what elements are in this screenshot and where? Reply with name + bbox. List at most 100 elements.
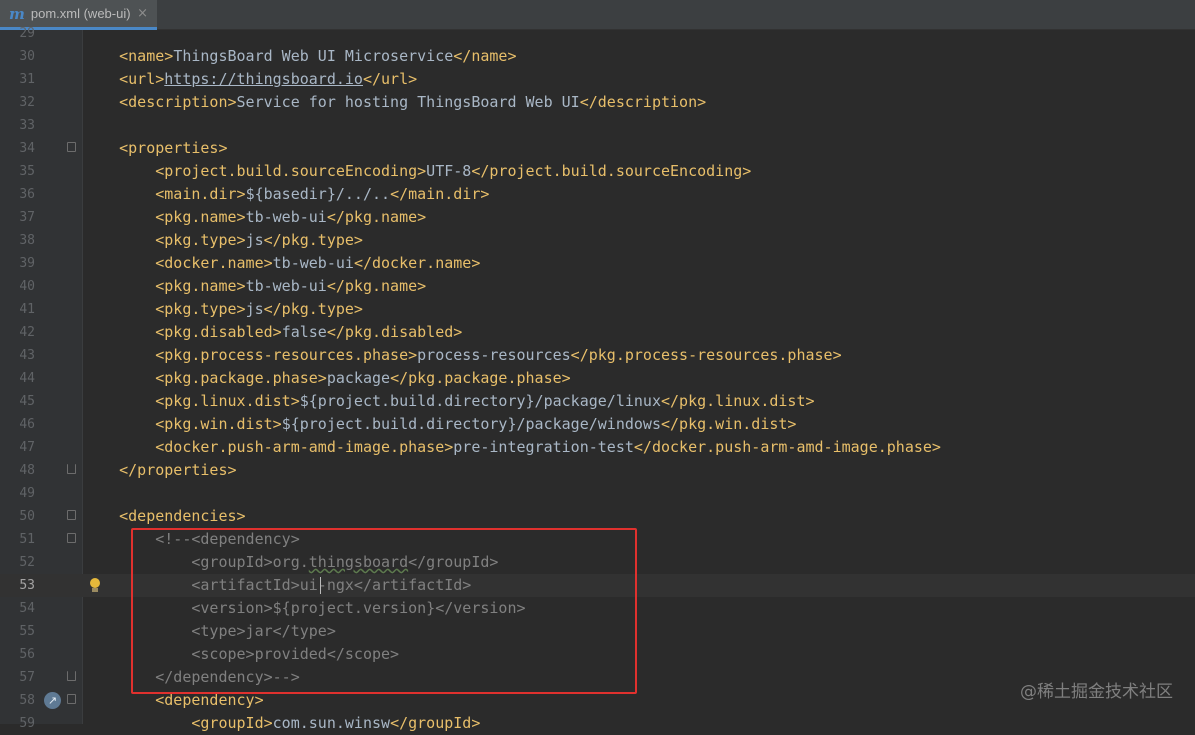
- code-token: js: [245, 300, 264, 318]
- fold-start-icon[interactable]: [67, 510, 76, 520]
- override-arrow-icon[interactable]: ↗: [44, 692, 61, 709]
- code-token: </pkg.win.dist>: [660, 415, 797, 433]
- code-text: <docker.push-arm-amd-image.phase>pre-int…: [83, 436, 941, 459]
- code-token: <pkg.package.phase>: [83, 369, 327, 387]
- code-token: <pkg.name>: [83, 208, 246, 226]
- code-text: <project.build.sourceEncoding>UTF-8</pro…: [83, 160, 751, 183]
- code-token: <pkg.process-resources.phase>: [83, 346, 418, 364]
- code-line[interactable]: 43 <pkg.process-resources.phase>process-…: [0, 344, 1195, 367]
- code-text: <pkg.name>tb-web-ui</pkg.name>: [83, 206, 426, 229]
- line-number: 36: [19, 187, 35, 202]
- fold-start-icon[interactable]: [67, 533, 76, 543]
- code-line[interactable]: 35 <project.build.sourceEncoding>UTF-8</…: [0, 160, 1195, 183]
- code-token: UTF-8: [426, 162, 472, 180]
- fold-start-icon[interactable]: [67, 142, 76, 152]
- code-line[interactable]: 30 <name>ThingsBoard Web UI Microservice…: [0, 45, 1195, 68]
- fold-end-icon[interactable]: [67, 464, 76, 474]
- code-text: <pkg.type>js</pkg.type>: [83, 229, 363, 252]
- code-line[interactable]: 41 <pkg.type>js</pkg.type>: [0, 298, 1195, 321]
- code-token: <url>: [83, 70, 165, 88]
- code-line[interactable]: 44 <pkg.package.phase>package</pkg.packa…: [0, 367, 1195, 390]
- code-text: <main.dir>${basedir}/../..</main.dir>: [83, 183, 489, 206]
- line-number: 35: [19, 164, 35, 179]
- code-token: <pkg.linux.dist>: [83, 392, 300, 410]
- code-text: <pkg.process-resources.phase>process-res…: [83, 344, 842, 367]
- code-line[interactable]: 40 <pkg.name>tb-web-ui</pkg.name>: [0, 275, 1195, 298]
- line-number: 39: [19, 256, 35, 271]
- line-number: 50: [19, 509, 35, 524]
- code-token: <project.build.sourceEncoding>: [83, 162, 427, 180]
- fold-start-icon[interactable]: [67, 694, 76, 704]
- code-text: <dependencies>: [83, 505, 246, 528]
- line-number: 42: [19, 325, 35, 340]
- code-token: tb-web-ui: [245, 277, 327, 295]
- line-number: 55: [19, 624, 35, 639]
- code-line[interactable]: 29: [0, 22, 1195, 45]
- code-line[interactable]: 45 <pkg.linux.dist>${project.build.direc…: [0, 390, 1195, 413]
- line-number: 48: [19, 463, 35, 478]
- line-number: 52: [19, 555, 35, 570]
- fold-end-icon[interactable]: [67, 671, 76, 681]
- line-number: 37: [19, 210, 35, 225]
- code-line[interactable]: 38 <pkg.type>js</pkg.type>: [0, 229, 1195, 252]
- watermark: @稀土掘金技术社区: [1020, 682, 1173, 702]
- red-highlight-box: [131, 528, 637, 694]
- line-number: 53: [19, 578, 35, 593]
- code-token: </description>: [579, 93, 707, 111]
- code-line[interactable]: 33: [0, 114, 1195, 137]
- code-token: <dependencies>: [83, 507, 246, 525]
- line-number: 51: [19, 532, 35, 547]
- code-line[interactable]: 49: [0, 482, 1195, 505]
- line-number: 44: [19, 371, 35, 386]
- code-token: </pkg.name>: [326, 277, 427, 295]
- line-number: 49: [19, 486, 35, 501]
- code-token: Service for hosting ThingsBoard Web UI: [236, 93, 580, 111]
- code-token: <docker.name>: [83, 254, 273, 272]
- line-number: 45: [19, 394, 35, 409]
- code-token: process-resources: [417, 346, 571, 364]
- code-token: ThingsBoard Web UI Microservice: [173, 47, 454, 65]
- line-number: 38: [19, 233, 35, 248]
- code-token: <pkg.type>: [83, 300, 246, 318]
- code-line[interactable]: 34 <properties>: [0, 137, 1195, 160]
- code-text: <name>ThingsBoard Web UI Microservice</n…: [83, 45, 516, 68]
- line-number: 32: [19, 95, 35, 110]
- code-token: </pkg.linux.dist>: [660, 392, 815, 410]
- code-line[interactable]: 46 <pkg.win.dist>${project.build.directo…: [0, 413, 1195, 436]
- code-line[interactable]: 36 <main.dir>${basedir}/../..</main.dir>: [0, 183, 1195, 206]
- code-token: <pkg.win.dist>: [83, 415, 282, 433]
- code-text: <url>https://thingsboard.io</url>: [83, 68, 417, 91]
- code-text: <pkg.linux.dist>${project.build.director…: [83, 390, 815, 413]
- code-text: <pkg.name>tb-web-ui</pkg.name>: [83, 275, 426, 298]
- code-text: <pkg.disabled>false</pkg.disabled>: [83, 321, 462, 344]
- code-token: tb-web-ui: [245, 208, 327, 226]
- code-line[interactable]: 39 <docker.name>tb-web-ui</docker.name>: [0, 252, 1195, 275]
- code-token: </docker.push-arm-amd-image.phase>: [633, 438, 941, 456]
- code-token: <description>: [83, 93, 237, 111]
- code-line[interactable]: 48 </properties>: [0, 459, 1195, 482]
- code-token: <main.dir>: [83, 185, 246, 203]
- code-token: <pkg.disabled>: [83, 323, 282, 341]
- line-number: 58: [19, 693, 35, 708]
- code-token: </pkg.process-resources.phase>: [570, 346, 842, 364]
- code-line[interactable]: 42 <pkg.disabled>false</pkg.disabled>: [0, 321, 1195, 344]
- code-text: <pkg.package.phase>package</pkg.package.…: [83, 367, 570, 390]
- code-line[interactable]: 32 <description>Service for hosting Thin…: [0, 91, 1195, 114]
- code-token: <pkg.type>: [83, 231, 246, 249]
- code-token: </url>: [362, 70, 418, 88]
- code-token: </docker.name>: [353, 254, 481, 272]
- code-token: </pkg.disabled>: [326, 323, 463, 341]
- line-number: 47: [19, 440, 35, 455]
- line-number: 54: [19, 601, 35, 616]
- code-token: <name>: [83, 47, 174, 65]
- line-number: 41: [19, 302, 35, 317]
- code-line[interactable]: 31 <url>https://thingsboard.io</url>: [0, 68, 1195, 91]
- code-line[interactable]: 50 <dependencies>: [0, 505, 1195, 528]
- code-token: </main.dir>: [390, 185, 490, 203]
- code-token: <pkg.name>: [83, 277, 246, 295]
- code-line[interactable]: 37 <pkg.name>tb-web-ui</pkg.name>: [0, 206, 1195, 229]
- code-token: ${project.build.directory}/package/linux: [299, 392, 661, 410]
- line-number: 31: [19, 72, 35, 87]
- line-number: 57: [19, 670, 35, 685]
- code-line[interactable]: 47 <docker.push-arm-amd-image.phase>pre-…: [0, 436, 1195, 459]
